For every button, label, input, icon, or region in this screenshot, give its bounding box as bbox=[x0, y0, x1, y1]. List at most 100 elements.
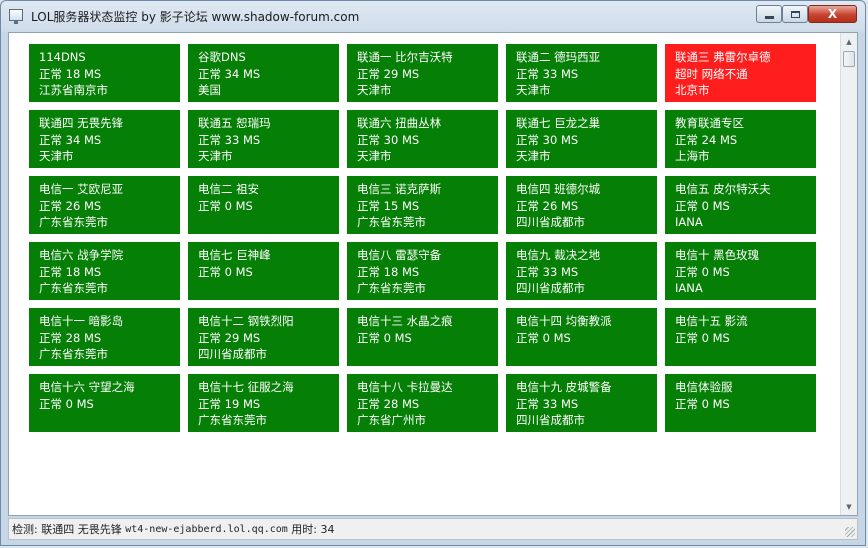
server-status: 正常 18 MS bbox=[39, 66, 102, 81]
status-time-value: 34 bbox=[320, 522, 335, 536]
server-tile[interactable]: 电信十八 卡拉曼达 正常 28 MS 广东省广州市 bbox=[347, 374, 498, 432]
server-tile[interactable]: 谷歌DNS 正常 34 MS 美国 bbox=[188, 44, 339, 102]
server-name: 电信体验服 bbox=[675, 380, 733, 394]
server-name: 电信二 祖安 bbox=[198, 182, 260, 196]
scroll-down-icon[interactable]: ▼ bbox=[842, 499, 856, 514]
server-name: 电信十四 均衡教派 bbox=[516, 314, 612, 328]
server-tile[interactable]: 电信四 班德尔城 正常 26 MS 四川省成都市 bbox=[506, 176, 657, 234]
server-name: 联通七 巨龙之巢 bbox=[516, 116, 601, 130]
server-tile[interactable]: 电信九 裁决之地 正常 33 MS 四川省成都市 bbox=[506, 242, 657, 300]
server-grid: 114DNS 正常 18 MS 江苏省南京市 谷歌DNS 正常 34 MS 美国 联通一 比… bbox=[29, 44, 816, 432]
server-location: 广东省东莞市 bbox=[198, 413, 267, 427]
server-status: 正常 18 MS bbox=[357, 264, 420, 279]
server-status: 正常 0 MS bbox=[516, 330, 571, 345]
title-bar[interactable]: LOL服务器状态监控 by 影子论坛 www.shadow-forum.com … bbox=[1, 1, 865, 31]
server-name: 电信十一 暗影岛 bbox=[39, 314, 124, 328]
server-status: 正常 33 MS bbox=[516, 264, 579, 279]
server-name: 电信三 诺克萨斯 bbox=[357, 182, 442, 196]
server-name: 联通四 无畏先锋 bbox=[39, 116, 124, 130]
server-name: 电信一 艾欧尼亚 bbox=[39, 182, 124, 196]
server-location: 天津市 bbox=[198, 149, 233, 163]
server-name: 电信十八 卡拉曼达 bbox=[357, 380, 453, 394]
server-tile[interactable]: 联通三 弗雷尔卓德 超时 网络不通 北京市 bbox=[665, 44, 816, 102]
server-location: 天津市 bbox=[357, 149, 392, 163]
server-tile[interactable]: 电信十四 均衡教派 正常 0 MS bbox=[506, 308, 657, 366]
server-status: 正常 33 MS bbox=[516, 396, 579, 411]
server-location: 四川省成都市 bbox=[516, 413, 585, 427]
server-location: 上海市 bbox=[675, 149, 710, 163]
server-status: 正常 24 MS bbox=[675, 132, 738, 147]
server-tile[interactable]: 电信二 祖安 正常 0 MS bbox=[188, 176, 339, 234]
status-time-label: 用时: bbox=[291, 523, 317, 536]
server-tile[interactable]: 电信五 皮尔特沃夫 正常 0 MS IANA bbox=[665, 176, 816, 234]
server-name: 联通一 比尔吉沃特 bbox=[357, 50, 453, 64]
server-name: 联通五 恕瑞玛 bbox=[198, 116, 271, 130]
server-tile[interactable]: 电信一 艾欧尼亚 正常 26 MS 广东省东莞市 bbox=[29, 176, 180, 234]
server-tile[interactable]: 联通一 比尔吉沃特 正常 29 MS 天津市 bbox=[347, 44, 498, 102]
server-tile[interactable]: 联通六 扭曲丛林 正常 30 MS 天津市 bbox=[347, 110, 498, 168]
minimize-button[interactable] bbox=[756, 5, 782, 23]
server-tile[interactable]: 电信三 诺克萨斯 正常 15 MS 广东省东莞市 bbox=[347, 176, 498, 234]
server-tile[interactable]: 电信七 巨神峰 正常 0 MS bbox=[188, 242, 339, 300]
status-host: wt4-new-ejabberd.lol.qq.com bbox=[125, 523, 288, 535]
server-name: 教育联通专区 bbox=[675, 116, 744, 130]
maximize-button[interactable] bbox=[782, 5, 808, 23]
server-tile[interactable]: 114DNS 正常 18 MS 江苏省南京市 bbox=[29, 44, 180, 102]
close-icon: X bbox=[827, 7, 838, 21]
server-status: 正常 15 MS bbox=[357, 198, 420, 213]
server-location: 天津市 bbox=[516, 83, 551, 97]
status-bar: 检测: 联通四 无畏先锋 wt4-new-ejabberd.lol.qq.com… bbox=[8, 518, 858, 540]
server-name: 联通二 德玛西亚 bbox=[516, 50, 601, 64]
server-name: 电信四 班德尔城 bbox=[516, 182, 601, 196]
server-status: 正常 33 MS bbox=[198, 132, 261, 147]
server-tile[interactable]: 电信六 战争学院 正常 18 MS 广东省东莞市 bbox=[29, 242, 180, 300]
server-name: 电信十三 水晶之痕 bbox=[357, 314, 453, 328]
server-tile[interactable]: 电信十七 征服之海 正常 19 MS 广东省东莞市 bbox=[188, 374, 339, 432]
server-tile[interactable]: 电信十 黑色玫瑰 正常 0 MS IANA bbox=[665, 242, 816, 300]
server-name: 电信八 雷瑟守备 bbox=[357, 248, 442, 262]
server-status: 正常 26 MS bbox=[516, 198, 579, 213]
window-title: LOL服务器状态监控 by 影子论坛 www.shadow-forum.com bbox=[31, 10, 360, 24]
minimize-icon bbox=[764, 15, 774, 19]
server-location: 天津市 bbox=[39, 149, 74, 163]
server-location: 四川省成都市 bbox=[516, 215, 585, 229]
server-tile[interactable]: 电信十九 皮城警备 正常 33 MS 四川省成都市 bbox=[506, 374, 657, 432]
server-tile[interactable]: 电信十三 水晶之痕 正常 0 MS bbox=[347, 308, 498, 366]
server-name: 电信十五 影流 bbox=[675, 314, 748, 328]
server-tile[interactable]: 联通二 德玛西亚 正常 33 MS 天津市 bbox=[506, 44, 657, 102]
server-name: 电信十六 守望之海 bbox=[39, 380, 135, 394]
server-status: 超时 网络不通 bbox=[675, 66, 748, 81]
vertical-scrollbar[interactable]: ▲ ▼ bbox=[840, 33, 857, 515]
monitor-icon bbox=[9, 9, 23, 24]
server-tile[interactable]: 电信体验服正常 0 MS bbox=[665, 374, 816, 432]
server-tile[interactable]: 联通四 无畏先锋 正常 34 MS 天津市 bbox=[29, 110, 180, 168]
server-location: 广东省东莞市 bbox=[39, 215, 108, 229]
server-tile[interactable]: 电信八 雷瑟守备 正常 18 MS 广东省东莞市 bbox=[347, 242, 498, 300]
scrollbar-thumb[interactable] bbox=[843, 51, 855, 67]
server-tile[interactable]: 电信十六 守望之海 正常 0 MS bbox=[29, 374, 180, 432]
app-window: LOL服务器状态监控 by 影子论坛 www.shadow-forum.com … bbox=[0, 0, 866, 546]
close-button[interactable]: X bbox=[808, 5, 857, 23]
status-current-server: 联通四 无畏先锋 bbox=[41, 523, 122, 536]
server-location: 四川省成都市 bbox=[516, 281, 585, 295]
maximize-icon bbox=[790, 10, 800, 18]
server-tile[interactable]: 联通七 巨龙之巢 正常 30 MS 天津市 bbox=[506, 110, 657, 168]
server-name: 电信六 战争学院 bbox=[39, 248, 124, 262]
server-tile[interactable]: 联通五 恕瑞玛 正常 33 MS 天津市 bbox=[188, 110, 339, 168]
resize-grip[interactable] bbox=[845, 527, 855, 537]
server-status: 正常 0 MS bbox=[675, 396, 730, 411]
server-tile[interactable]: 电信十二 钢铁烈阳 正常 29 MS 四川省成都市 bbox=[188, 308, 339, 366]
server-location: IANA bbox=[675, 215, 703, 229]
server-tile[interactable]: 电信十一 暗影岛 正常 28 MS 广东省东莞市 bbox=[29, 308, 180, 366]
server-status: 正常 0 MS bbox=[357, 330, 412, 345]
server-name: 电信九 裁决之地 bbox=[516, 248, 601, 262]
server-status: 正常 0 MS bbox=[198, 198, 253, 213]
server-status: 正常 29 MS bbox=[198, 330, 261, 345]
server-location: 广东省东莞市 bbox=[39, 347, 108, 361]
server-panel: 114DNS 正常 18 MS 江苏省南京市 谷歌DNS 正常 34 MS 美国 联通一 比… bbox=[8, 32, 858, 516]
server-name: 电信十七 征服之海 bbox=[198, 380, 294, 394]
server-tile[interactable]: 电信十五 影流 正常 0 MS bbox=[665, 308, 816, 366]
server-location: 北京市 bbox=[675, 83, 710, 97]
server-tile[interactable]: 教育联通专区 正常 24 MS 上海市 bbox=[665, 110, 816, 168]
scroll-up-icon[interactable]: ▲ bbox=[842, 34, 856, 49]
